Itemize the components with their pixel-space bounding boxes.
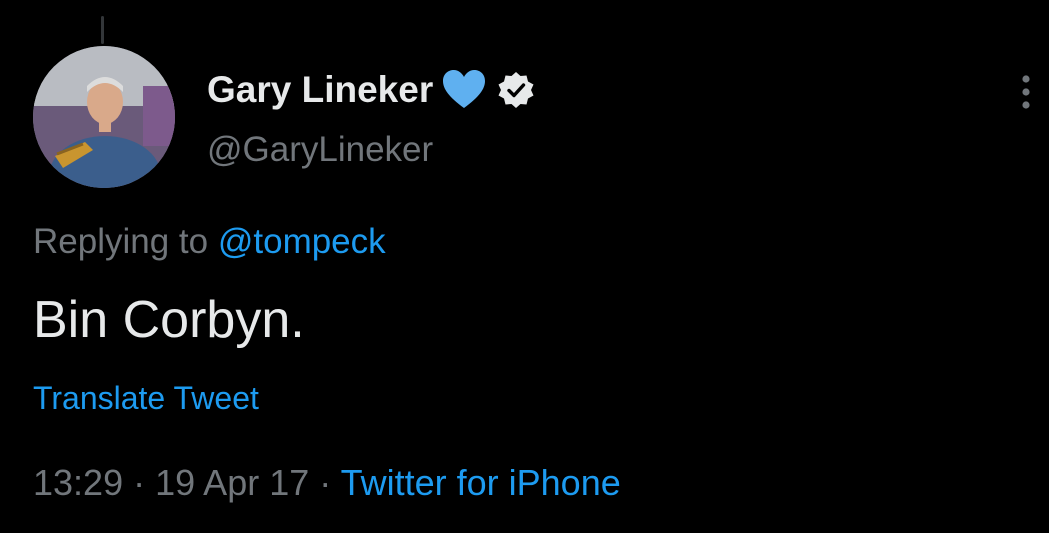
author-name-row[interactable]: Gary Lineker [207,66,535,114]
display-name[interactable]: Gary Lineker [207,69,433,111]
tweet-time[interactable]: 13:29 [33,462,123,503]
tweet-text: Bin Corbyn. [33,291,305,349]
replying-to-line: Replying to @tompeck [33,222,386,262]
tweet-source-link[interactable]: Twitter for iPhone [341,462,621,503]
avatar-photo [33,46,175,188]
verified-badge-icon[interactable] [497,71,535,109]
meta-separator: · [319,462,332,503]
replying-to-label: Replying to [33,222,209,261]
tweet-metadata: 13:29 · 19 Apr 17 · Twitter for iPhone [33,462,621,504]
meta-separator: · [133,462,146,503]
avatar[interactable] [33,46,175,188]
reply-mention-link[interactable]: @tompeck [218,222,386,261]
translate-tweet-link[interactable]: Translate Tweet [33,380,259,417]
blue-heart-icon [441,67,487,113]
thread-connector-line [101,16,104,44]
tweet-date[interactable]: 19 Apr 17 [155,462,309,503]
user-handle[interactable]: @GaryLineker [207,130,433,170]
more-options-icon[interactable] [1016,72,1036,112]
